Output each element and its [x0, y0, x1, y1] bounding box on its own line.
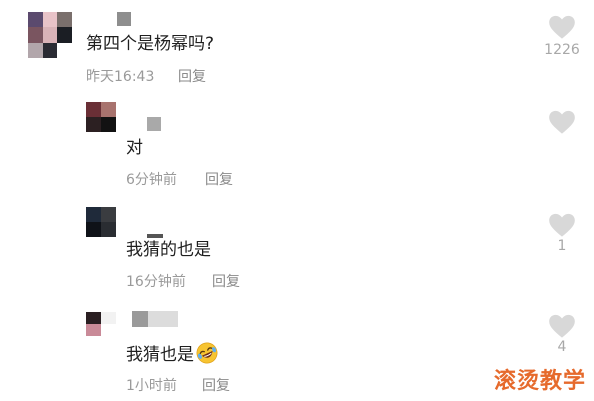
like-count: 4: [557, 339, 567, 355]
comment-text: 对: [126, 138, 143, 158]
reply-button[interactable]: 回复: [205, 171, 233, 189]
comment-time: 6分钟前: [126, 172, 177, 188]
comment-time: 16分钟前: [126, 274, 186, 290]
like-count: 1226: [544, 42, 580, 58]
username-blurred[interactable]: [147, 234, 163, 238]
reply-button[interactable]: 回复: [178, 68, 206, 86]
avatar[interactable]: [86, 312, 116, 336]
comment-text-content: 我猜也是: [126, 345, 194, 365]
username-blurred[interactable]: [147, 117, 161, 131]
heart-icon[interactable]: [548, 212, 576, 238]
rolling-laughing-emoji-icon: [196, 342, 218, 364]
comment-time: 1小时前: [126, 378, 177, 394]
reply-comment-item: 我猜的也是 16分钟前 回复 1: [0, 200, 594, 305]
comment-text: 第四个是杨幂吗?: [86, 34, 215, 54]
heart-icon[interactable]: [548, 109, 576, 135]
heart-icon[interactable]: [548, 313, 576, 339]
username-blurred[interactable]: [117, 12, 131, 26]
avatar[interactable]: [28, 12, 72, 58]
avatar[interactable]: [86, 207, 116, 237]
comment-item: 第四个是杨幂吗? 昨天16:43 回复 1226: [0, 0, 594, 96]
reply-button[interactable]: 回复: [202, 377, 230, 395]
reply-comment-item: 对 6分钟前 回复: [0, 96, 594, 200]
reply-button[interactable]: 回复: [212, 273, 240, 291]
username-blurred[interactable]: [132, 311, 178, 327]
comment-text: 我猜也是: [126, 342, 218, 366]
watermark: 滚烫教学: [493, 369, 586, 394]
heart-icon[interactable]: [548, 14, 576, 40]
like-count: 1: [557, 238, 567, 254]
avatar[interactable]: [86, 102, 116, 132]
comment-text: 我猜的也是: [126, 240, 211, 260]
comment-time: 昨天16:43: [86, 69, 155, 85]
